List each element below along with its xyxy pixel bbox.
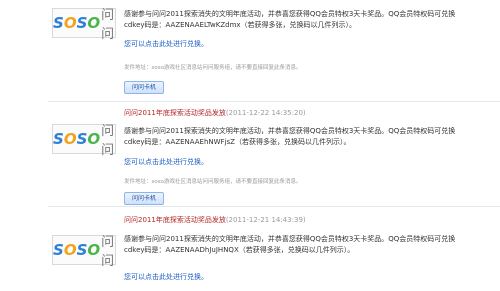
qq-card-button[interactable]: 问问卡机 — [124, 81, 164, 94]
message-source: 发件地址：soso游戏社区消息站问问服务组，请不要直接回复此条消息。 — [124, 65, 302, 71]
message-body: 感谢参与问问2011探索消失的文明年底活动，并恭喜您获得QQ会员特权3天卡奖品。… — [124, 235, 456, 254]
message-item: S O S O 问问 感谢参与问问2011探索消失的文明年底活动，并恭喜您获得QQ会员特… — [0, 0, 500, 97]
divider — [48, 101, 500, 102]
soso-wenwen-logo: S O S O 问问 — [52, 235, 116, 269]
divider — [48, 206, 500, 207]
message-item: 问问2011年底探索活动奖品发放(2011-12-22 14:35:20) SO… — [0, 104, 500, 205]
redeem-link[interactable]: 您可以点击此处进行兑换。 — [124, 39, 208, 49]
message-title[interactable]: 问问2011年底探索活动奖品发放 — [124, 109, 226, 117]
message-body: 感谢参与问问2011探索消失的文明年底活动，并恭喜您获得QQ会员特权3天卡奖品。… — [124, 127, 456, 146]
message-item: 问问2011年底探索活动奖品发放(2011-12-21 14:43:39) SO… — [0, 211, 500, 291]
message-time: (2011-12-21 14:43:39) — [225, 216, 306, 224]
message-heading[interactable]: 问问2011年底探索活动奖品发放(2011-12-22 14:35:20) — [124, 108, 306, 118]
message-source: 发件地址：soso游戏社区消息站问问服务组，请不要直接回复此条消息。 — [124, 179, 302, 185]
redeem-link[interactable]: 您可以点击此处进行兑换。 — [124, 157, 208, 167]
message-title[interactable]: 问问2011年底探索活动奖品发放 — [124, 216, 226, 224]
soso-wenwen-logo: S O S O 问问 — [52, 124, 116, 158]
message-heading[interactable]: 问问2011年底探索活动奖品发放(2011-12-21 14:43:39) — [124, 215, 306, 225]
message-body: 感谢参与问问2011探索消失的文明年底活动，并恭喜您获得QQ会员特权3天卡奖品。… — [124, 10, 456, 29]
qq-card-button[interactable]: 问问卡机 — [124, 192, 164, 205]
redeem-link[interactable]: 您可以点击此处进行兑换。 — [124, 272, 208, 282]
message-time: (2011-12-22 14:35:20) — [225, 109, 306, 117]
soso-wenwen-logo: S O S O 问问 — [52, 8, 116, 42]
